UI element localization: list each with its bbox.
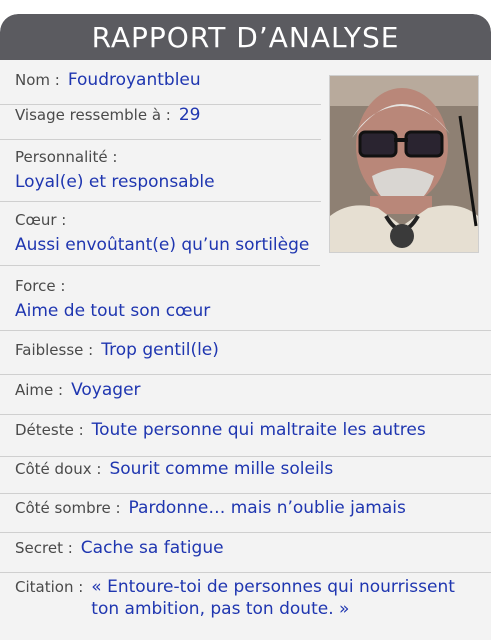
field-row-cote-doux: Côté doux : Sourit comme mille soleils — [0, 459, 491, 494]
field-row-citation: Citation : « Entoure-toi de personnes qu… — [0, 576, 491, 636]
field-row-force: Force : Aime de tout son cœur — [0, 276, 491, 331]
field-row-faiblesse: Faiblesse : Trop gentil(le) — [0, 340, 491, 375]
field-row-cote-sombre: Côté sombre : Pardonne… mais n’oublie ja… — [0, 498, 491, 533]
field-label-force: Force : — [15, 277, 66, 295]
field-label-aime: Aime : — [15, 381, 64, 399]
field-row-coeur: Cœur : Aussi envoûtant(e) qu’un sortilèg… — [0, 210, 491, 264]
field-value-cote-doux: Sourit comme mille soleils — [109, 459, 334, 479]
field-value-deteste: Toute personne qui maltraite les autres — [91, 420, 426, 440]
field-label-secret: Secret : — [15, 539, 73, 557]
divider — [0, 265, 320, 266]
field-value-coeur: Aussi envoûtant(e) qu’un sortilège — [15, 235, 310, 255]
field-row-deteste: Déteste : Toute personne qui maltraite l… — [0, 420, 491, 457]
field-value-secret: Cache sa fatigue — [80, 538, 224, 558]
field-value-citation: « Entoure-toi de personnes qui nourrisse… — [91, 577, 455, 619]
field-label-faiblesse: Faiblesse : — [15, 341, 94, 359]
field-label-nom: Nom : — [15, 71, 60, 89]
field-value-cote-sombre: Pardonne… mais n’oublie jamais — [128, 498, 406, 518]
field-row-personnalite: Personnalité : Loyal(e) et responsable — [0, 147, 321, 202]
field-label-visage: Visage ressemble à : — [15, 106, 171, 124]
field-label-cote-doux: Côté doux : — [15, 460, 102, 478]
field-label-cote-sombre: Côté sombre : — [15, 499, 121, 517]
field-value-force: Aime de tout son cœur — [15, 301, 211, 321]
field-label-coeur: Cœur : — [15, 211, 67, 229]
analysis-report-card: RAPPORT D’ANALYSE Nom : Foudroyantbleu V… — [0, 14, 491, 640]
report-title: RAPPORT D’ANALYSE — [0, 14, 491, 60]
field-label-deteste: Déteste : — [15, 421, 84, 439]
field-value-visage: 29 — [178, 105, 201, 125]
field-label-personnalite: Personnalité : — [15, 148, 118, 166]
field-label-citation: Citation : — [15, 578, 84, 596]
field-value-aime: Voyager — [71, 380, 141, 400]
field-value-personnalite: Loyal(e) et responsable — [15, 172, 215, 192]
field-row-aime: Aime : Voyager — [0, 380, 491, 415]
field-row-secret: Secret : Cache sa fatigue — [0, 538, 491, 573]
field-value-faiblesse: Trop gentil(le) — [101, 340, 219, 360]
field-row-visage: Visage ressemble à : 29 — [0, 105, 321, 140]
field-row-nom: Nom : Foudroyantbleu — [0, 70, 321, 105]
field-value-nom: Foudroyantbleu — [67, 70, 201, 90]
